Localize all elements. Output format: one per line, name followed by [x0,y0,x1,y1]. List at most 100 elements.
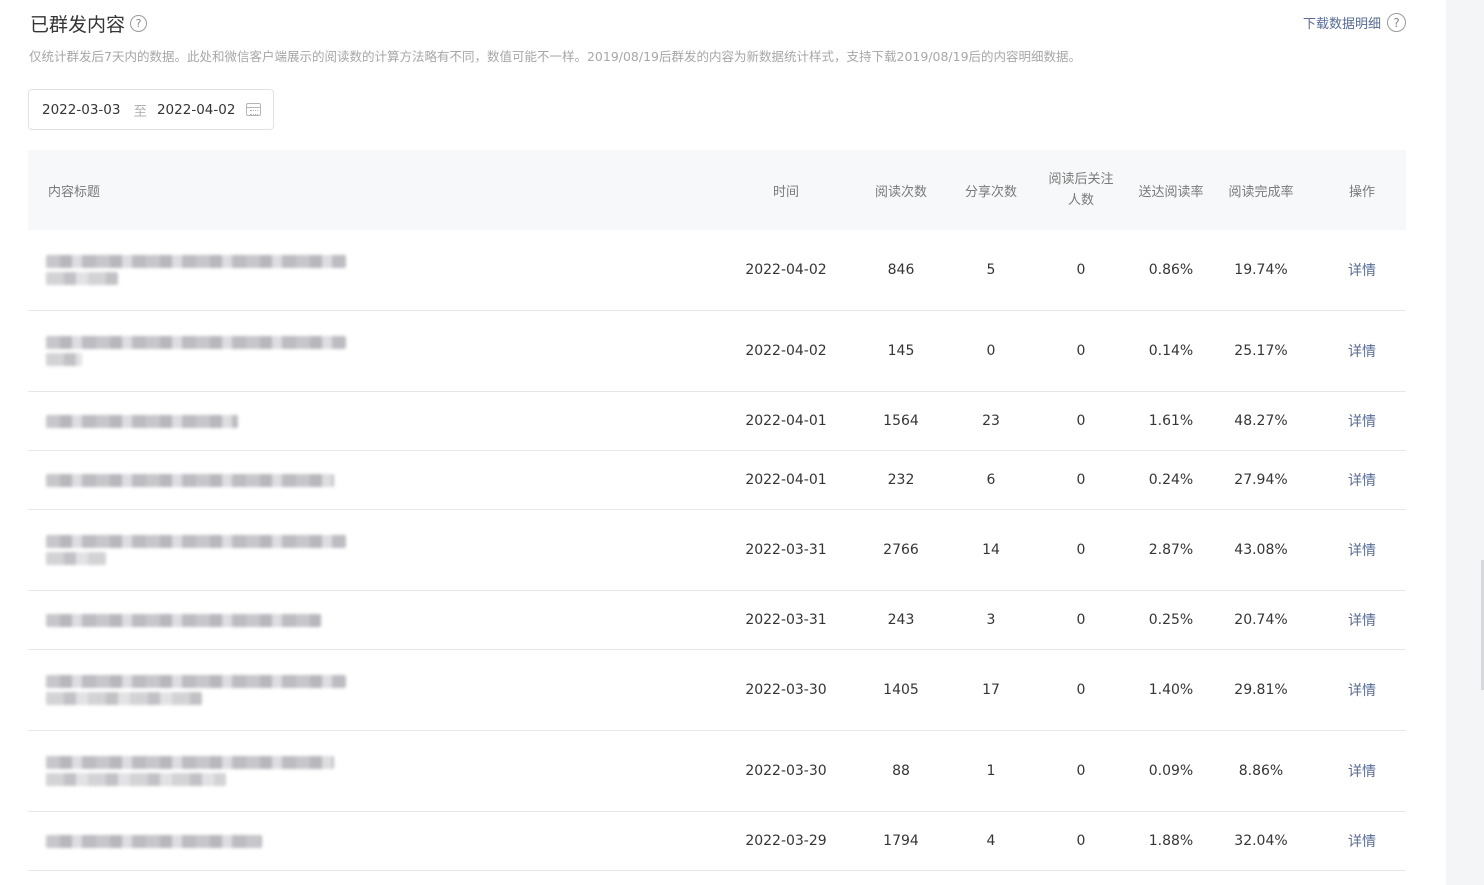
scrollbar-track[interactable] [1446,0,1484,885]
row-completion-rate: 43.08% [1234,542,1288,558]
row-time: 2022-04-01 [745,472,827,488]
question-circle-icon[interactable]: ? [1387,13,1406,32]
calendar-icon[interactable] [246,103,261,116]
date-separator: 至 [133,103,147,120]
download-data-label[interactable]: 下载数据明细 [1303,13,1381,32]
row-reads: 2766 [883,542,919,558]
stats-note: 仅统计群发后7天内的数据。此处和微信客户端展示的阅读数的计算方法略有不同，数值可… [29,49,1082,64]
row-follow: 0 [1076,832,1086,849]
row-shares: 4 [986,833,996,849]
col-time: 时间 [772,184,799,200]
date-start[interactable]: 2022-03-03 [42,102,120,118]
row-time: 2022-03-31 [745,542,827,558]
row-time: 2022-04-02 [745,262,827,278]
row-time: 2022-03-30 [745,763,827,779]
row-shares: 3 [986,612,996,628]
row-delivery-rate: 0.24% [1148,472,1194,488]
row-completion-rate: 8.86% [1238,763,1284,779]
col-follow-line1: 阅读后关注 [1048,172,1114,187]
col-completion-rate: 阅读完成率 [1228,184,1294,200]
table-row: 2022-04-01 232 6 0 0.24% 27.94% 详情 [28,451,1406,510]
row-reads: 1794 [883,833,919,849]
row-reads: 1405 [883,682,919,698]
detail-link[interactable]: 详情 [1348,834,1376,850]
row-reads: 1564 [883,413,919,429]
detail-link[interactable]: 详情 [1348,414,1376,430]
table-row: 2022-03-29 1794 4 0 1.88% 32.04% 详情 [28,812,1406,871]
row-title-blurred [28,650,728,730]
col-follow-line2: 人数 [1067,193,1094,208]
date-end[interactable]: 2022-04-02 [157,102,235,118]
table-row: 2022-04-02 846 5 0 0.86% 19.74% 详情 [28,230,1406,311]
col-title: 内容标题 [48,184,101,200]
page-title-text: 已群发内容 [30,14,126,36]
row-follow: 0 [1076,471,1086,488]
row-follow: 0 [1076,611,1086,628]
row-completion-rate: 27.94% [1234,472,1288,488]
row-completion-rate: 32.04% [1234,833,1288,849]
row-shares: 5 [986,262,996,278]
detail-link[interactable]: 详情 [1348,683,1376,699]
row-shares: 23 [982,413,1000,429]
row-follow: 0 [1076,681,1086,698]
col-action: 操作 [1348,184,1375,200]
row-follow: 0 [1076,261,1086,278]
row-delivery-rate: 1.61% [1148,413,1194,429]
row-title-blurred [28,451,728,509]
col-reads: 阅读次数 [874,184,927,200]
row-shares: 1 [986,763,996,779]
row-reads: 145 [887,343,915,359]
row-time: 2022-03-29 [745,833,827,849]
table-row: 2022-03-30 1405 17 0 1.40% 29.81% 详情 [28,650,1406,731]
col-shares: 分享次数 [964,184,1017,200]
detail-link[interactable]: 详情 [1348,543,1376,559]
row-completion-rate: 48.27% [1234,413,1288,429]
table-row: 2022-03-31 2766 14 0 2.87% 43.08% 详情 [28,510,1406,591]
detail-link[interactable]: 详情 [1348,613,1376,629]
col-delivery-rate: 送达阅读率 [1138,184,1204,200]
row-shares: 0 [986,343,996,359]
row-shares: 6 [986,472,996,488]
row-title-blurred [28,812,728,870]
detail-link[interactable]: 详情 [1348,764,1376,780]
table-row: 2022-04-01 1564 23 0 1.61% 48.27% 详情 [28,392,1406,451]
main-panel: 已群发内容 ? 下载数据明细 ? 仅统计群发后7天内的数据。此处和微信客户端展示… [0,0,1446,885]
row-reads: 232 [887,472,915,488]
row-title-blurred [28,510,728,590]
download-data-link[interactable]: 下载数据明细 ? [1303,13,1406,32]
date-range-picker[interactable]: 2022-03-03 至 2022-04-02 [28,89,274,130]
row-title-blurred [28,731,728,811]
row-title-blurred [28,311,728,391]
row-delivery-rate: 1.40% [1148,682,1194,698]
row-completion-rate: 20.74% [1234,612,1288,628]
row-title-blurred [28,230,728,310]
detail-link[interactable]: 详情 [1348,344,1376,360]
row-completion-rate: 29.81% [1234,682,1288,698]
row-time: 2022-04-01 [745,413,827,429]
row-delivery-rate: 0.14% [1148,343,1194,359]
col-follow: 阅读后关注 人数 [1024,169,1138,211]
row-reads: 88 [892,763,910,779]
question-circle-icon[interactable]: ? [130,15,148,32]
row-delivery-rate: 0.25% [1148,612,1194,628]
row-delivery-rate: 2.87% [1148,542,1194,558]
table-row: 2022-03-30 88 1 0 0.09% 8.86% 详情 [28,731,1406,812]
row-delivery-rate: 0.86% [1148,262,1194,278]
row-delivery-rate: 0.09% [1148,763,1194,779]
detail-link[interactable]: 详情 [1348,473,1376,489]
table-row: 2022-03-31 243 3 0 0.25% 20.74% 详情 [28,591,1406,650]
row-completion-rate: 25.17% [1234,343,1288,359]
row-time: 2022-04-02 [745,343,827,359]
row-time: 2022-03-30 [745,682,827,698]
content-table: 内容标题 时间 阅读次数 分享次数 阅读后关注 人数 送达阅读率 阅读完成率 操… [28,150,1406,871]
detail-link[interactable]: 详情 [1348,263,1376,279]
table-row: 2022-04-02 145 0 0 0.14% 25.17% 详情 [28,311,1406,392]
row-delivery-rate: 1.88% [1148,833,1194,849]
row-follow: 0 [1076,412,1086,429]
row-shares: 14 [982,542,1000,558]
page-title: 已群发内容 ? [30,10,148,37]
row-follow: 0 [1076,342,1086,359]
row-title-blurred [28,392,728,450]
row-follow: 0 [1076,541,1086,558]
row-reads: 846 [887,262,915,278]
